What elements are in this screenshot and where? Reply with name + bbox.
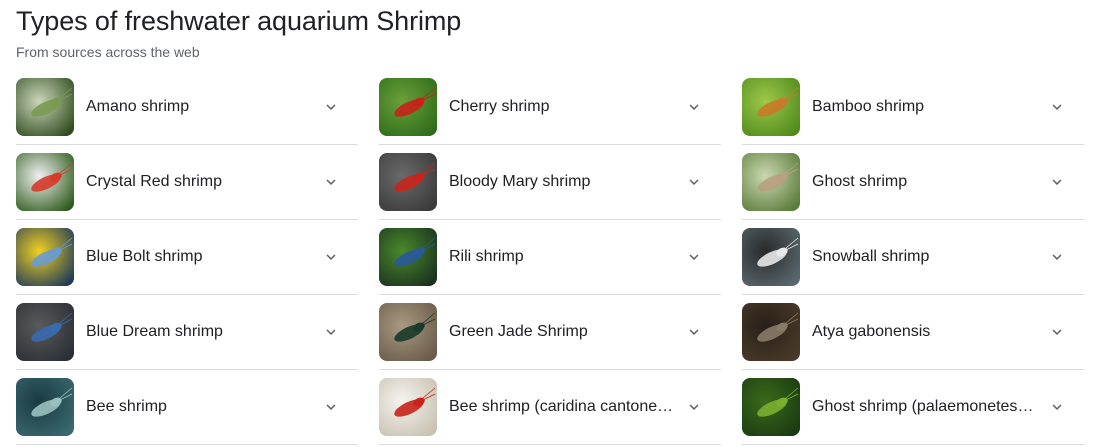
- shrimp-thumbnail: [379, 228, 437, 286]
- chevron-down-icon[interactable]: [322, 398, 340, 416]
- list-item[interactable]: Bamboo shrimp: [742, 70, 1084, 145]
- shrimp-grid: Amano shrimp Cherry shrimp Bamboo shrimp Cr…: [16, 70, 1084, 445]
- page-subtitle: From sources across the web: [16, 44, 200, 60]
- list-item[interactable]: Bee shrimp: [16, 370, 358, 445]
- chevron-down-icon[interactable]: [322, 98, 340, 116]
- list-item[interactable]: Amano shrimp: [16, 70, 358, 145]
- list-item[interactable]: Rili shrimp: [379, 220, 721, 295]
- list-item[interactable]: Atya gabonensis: [742, 295, 1084, 370]
- shrimp-name: Crystal Red shrimp: [86, 173, 223, 190]
- shrimp-thumbnail: [379, 153, 437, 211]
- shrimp-thumbnail: [742, 153, 800, 211]
- list-item[interactable]: Bee shrimp (caridina cantone…: [379, 370, 721, 445]
- chevron-down-icon[interactable]: [322, 248, 340, 266]
- chevron-down-icon[interactable]: [685, 98, 703, 116]
- shrimp-thumbnail: [16, 153, 74, 211]
- list-item[interactable]: Blue Dream shrimp: [16, 295, 358, 370]
- list-item[interactable]: Ghost shrimp: [742, 145, 1084, 220]
- shrimp-name: Bloody Mary shrimp: [449, 173, 591, 190]
- page-title: Types of freshwater aquarium Shrimp: [16, 6, 462, 36]
- shrimp-name: Rili shrimp: [449, 248, 524, 265]
- shrimp-thumbnail: [16, 378, 74, 436]
- list-item[interactable]: Blue Bolt shrimp: [16, 220, 358, 295]
- shrimp-thumbnail: [379, 303, 437, 361]
- list-item[interactable]: Crystal Red shrimp: [16, 145, 358, 220]
- shrimp-thumbnail: [742, 228, 800, 286]
- shrimp-name: Atya gabonensis: [812, 323, 931, 340]
- shrimp-name: Blue Dream shrimp: [86, 323, 223, 340]
- shrimp-name: Bamboo shrimp: [812, 98, 925, 115]
- chevron-down-icon[interactable]: [1048, 98, 1066, 116]
- list-item[interactable]: Green Jade Shrimp: [379, 295, 721, 370]
- chevron-down-icon[interactable]: [685, 248, 703, 266]
- chevron-down-icon[interactable]: [685, 398, 703, 416]
- chevron-down-icon[interactable]: [1048, 398, 1066, 416]
- shrimp-thumbnail: [742, 78, 800, 136]
- shrimp-name: Green Jade Shrimp: [449, 323, 588, 340]
- shrimp-name: Bee shrimp: [86, 398, 167, 415]
- chevron-down-icon[interactable]: [1048, 323, 1066, 341]
- chevron-down-icon[interactable]: [685, 323, 703, 341]
- chevron-down-icon[interactable]: [322, 323, 340, 341]
- shrimp-name: Bee shrimp (caridina cantone…: [449, 398, 674, 415]
- shrimp-thumbnail: [379, 378, 437, 436]
- shrimp-name: Amano shrimp: [86, 98, 190, 115]
- shrimp-name: Ghost shrimp: [812, 173, 908, 190]
- shrimp-name: Cherry shrimp: [449, 98, 550, 115]
- shrimp-name: Blue Bolt shrimp: [86, 248, 203, 265]
- shrimp-name: Ghost shrimp (palaemonetes …: [812, 398, 1037, 415]
- list-item[interactable]: Cherry shrimp: [379, 70, 721, 145]
- shrimp-thumbnail: [379, 78, 437, 136]
- chevron-down-icon[interactable]: [685, 173, 703, 191]
- list-item[interactable]: Bloody Mary shrimp: [379, 145, 721, 220]
- chevron-down-icon[interactable]: [1048, 248, 1066, 266]
- list-item[interactable]: Snowball shrimp: [742, 220, 1084, 295]
- shrimp-thumbnail: [16, 228, 74, 286]
- chevron-down-icon[interactable]: [322, 173, 340, 191]
- shrimp-thumbnail: [16, 303, 74, 361]
- shrimp-thumbnail: [16, 78, 74, 136]
- list-item[interactable]: Ghost shrimp (palaemonetes …: [742, 370, 1084, 445]
- shrimp-thumbnail: [742, 303, 800, 361]
- shrimp-name: Snowball shrimp: [812, 248, 930, 265]
- shrimp-thumbnail: [742, 378, 800, 436]
- chevron-down-icon[interactable]: [1048, 173, 1066, 191]
- page: Types of freshwater aquarium Shrimp From…: [0, 0, 1100, 447]
